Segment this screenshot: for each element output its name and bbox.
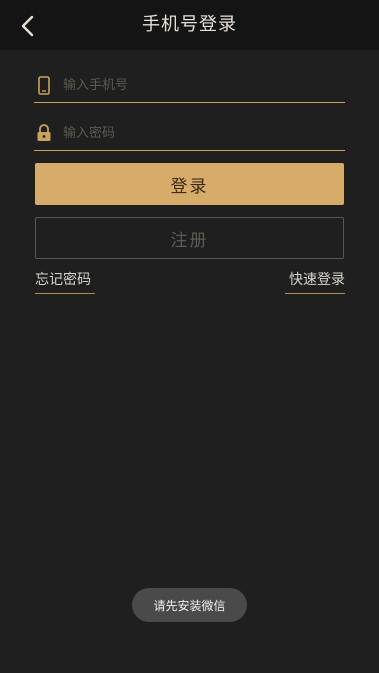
mobile-phone-icon: [36, 75, 52, 95]
forgot-password-link[interactable]: 忘记密码: [35, 270, 95, 294]
phone-input[interactable]: [63, 73, 333, 97]
password-input[interactable]: [63, 121, 333, 145]
quick-login-underline: [285, 293, 345, 294]
top-bar: 手机号登录: [0, 0, 379, 50]
forgot-password-underline: [35, 293, 95, 294]
login-button[interactable]: 登录: [35, 163, 344, 205]
page-title: 手机号登录: [142, 14, 237, 35]
forgot-password-label: 忘记密码: [35, 272, 91, 288]
quick-login-label: 快速登录: [289, 272, 345, 288]
quick-login-link[interactable]: 快速登录: [285, 270, 345, 294]
lock-icon: [36, 123, 52, 143]
password-field: [34, 116, 345, 151]
login-screen: 手机号登录 登录 注册 忘记密码 快速登录 请先安装微信: [0, 0, 379, 673]
toast-message: 请先安装微信: [132, 588, 247, 622]
phone-field: [34, 68, 345, 103]
register-button[interactable]: 注册: [35, 217, 344, 259]
